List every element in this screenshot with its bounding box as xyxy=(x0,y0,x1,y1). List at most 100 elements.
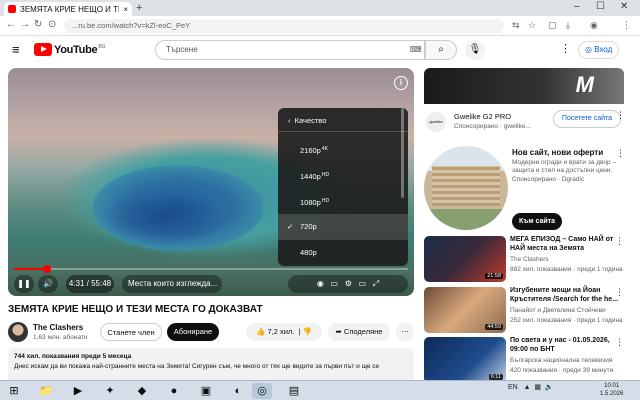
start-button-icon[interactable]: ⊞ xyxy=(4,383,24,399)
app-icon[interactable]: ◆ xyxy=(132,383,152,399)
app-icon[interactable]: ● xyxy=(164,383,184,399)
quality-settings-menu: ‹ Качество 2160p4K 1440pHD 1080pHD ✓ 720p… xyxy=(278,108,408,266)
network-icon[interactable]: ▦ xyxy=(534,384,541,391)
quality-option[interactable]: 1080pHD xyxy=(278,188,408,214)
video-thumbnail[interactable]: 44:59 xyxy=(424,287,506,333)
settings-menu-icon[interactable]: ⋮ xyxy=(560,42,571,55)
recommended-video[interactable]: 21:58 МЕГА ЕПИЗОД – Само НАЙ от НАЙ мест… xyxy=(424,236,624,282)
tray-arrow-icon[interactable]: ▲ xyxy=(524,384,531,391)
clock[interactable]: 10:01 1.5.2026 xyxy=(600,382,623,398)
video-options-icon[interactable]: ⋮ xyxy=(615,236,624,247)
recommended-video[interactable]: 6:11 По света и у нас - 01.05.2026, 09:0… xyxy=(424,337,624,383)
chrome-icon[interactable]: ◎ xyxy=(252,383,272,399)
chapter-button[interactable]: Места които изглежда... › xyxy=(122,275,222,306)
video-options-icon[interactable]: ⋮ xyxy=(615,337,624,348)
to-site-button[interactable]: Към сайта xyxy=(512,213,562,230)
video-channel[interactable]: The Clashers xyxy=(510,256,549,263)
subtitles-icon[interactable]: ▭ xyxy=(330,279,338,288)
time-display: 4:31 / 55:48 xyxy=(66,275,114,293)
search-input[interactable]: Търсене xyxy=(155,40,425,60)
maximize-button[interactable]: ☐ xyxy=(596,1,605,12)
ad-options-icon[interactable]: ⋮ xyxy=(616,110,625,121)
app-icon[interactable]: ▤ xyxy=(284,383,304,399)
explorer-icon[interactable]: 📁 xyxy=(36,383,56,399)
sidebar-ad-banner[interactable]: M gwelike Gwelike G2 PRO Спонсорирано · … xyxy=(424,68,624,136)
more-actions-icon[interactable]: ⋯ xyxy=(396,323,414,341)
fullscreen-icon[interactable]: ⤢ xyxy=(373,279,379,288)
youtube-header: ≡ YouTube BG Търсене ⌨ ⌕ 🎙 ⋮ ◎ Вход xyxy=(0,36,640,64)
close-window-button[interactable]: ✕ xyxy=(620,1,628,12)
browser-menu-icon[interactable]: ⋮ xyxy=(622,20,631,31)
view-stats: 744 хил. показвания преди 5 месеца xyxy=(14,353,132,360)
thumbs-down-icon: 👎 xyxy=(302,327,312,336)
app-icon[interactable]: ◐ xyxy=(228,383,248,399)
menu-scrollbar[interactable] xyxy=(401,108,404,198)
youtube-logo[interactable]: YouTube BG xyxy=(34,43,106,56)
ad2-options-icon[interactable]: ⋮ xyxy=(616,148,625,159)
tab-close-icon[interactable]: × xyxy=(123,5,128,14)
reload-icon[interactable]: ↻ xyxy=(34,19,42,30)
visit-site-button[interactable]: Посетете сайта xyxy=(553,110,621,128)
share-icon: ➦ xyxy=(335,327,342,336)
quality-option[interactable]: 1440pHD xyxy=(278,162,408,188)
search-button[interactable]: ⌕ xyxy=(425,40,457,60)
like-dislike-group: 👍 7,2 хил. | 👎 xyxy=(246,323,322,341)
scrubber-handle[interactable] xyxy=(42,265,51,273)
pause-button[interactable]: ❚❚ xyxy=(14,275,34,293)
video-channel[interactable]: Панайот и Дветелина Стойчеви xyxy=(510,307,606,314)
video-meta: 882 хил. показвания · преди 1 година xyxy=(510,266,623,273)
channel-name[interactable]: The Clashers xyxy=(33,323,83,332)
quality-menu-header[interactable]: ‹ Качество xyxy=(278,108,408,132)
media-player-icon[interactable]: ▶ xyxy=(68,383,88,399)
signin-button[interactable]: ◎ Вход xyxy=(578,41,620,59)
video-channel[interactable]: Българска национална телевизия xyxy=(510,357,612,364)
volume-tray-icon[interactable]: 🔈 xyxy=(545,384,554,391)
recommended-video[interactable]: 44:59 Изгубените мощи на Йоан Кръстителя… xyxy=(424,287,624,333)
ad-title[interactable]: Gwelike G2 PRO xyxy=(454,112,511,121)
new-tab-button[interactable]: + xyxy=(136,2,142,14)
back-icon[interactable]: ← xyxy=(6,19,16,30)
autoplay-toggle-icon[interactable]: ◉ xyxy=(317,279,324,288)
windows-taskbar: ⊞ 📁 ▶ ✦ ◆ ● ▣ ◐ ◎ ▤ EN ▲ ▦ 🔈 10:01 1.5.2… xyxy=(0,380,640,400)
share-button[interactable]: ➦ Споделяне xyxy=(328,323,390,341)
app-icon[interactable]: ▣ xyxy=(196,383,216,399)
extensions-icon[interactable]: ▢ xyxy=(548,20,557,31)
app-icon[interactable]: ✦ xyxy=(100,383,120,399)
keyboard-icon[interactable]: ⌨ xyxy=(410,45,422,54)
bookmark-star-icon[interactable]: ☆ xyxy=(528,20,536,31)
quality-option-selected[interactable]: ✓ 720p xyxy=(278,214,408,240)
translate-icon[interactable]: ⇆ xyxy=(512,20,520,31)
voice-search-icon[interactable]: 🎙 xyxy=(465,40,485,60)
video-title[interactable]: По света и у нас - 01.05.2026, 09:00 по … xyxy=(510,337,620,354)
minimize-button[interactable]: – xyxy=(574,1,580,12)
channel-avatar[interactable] xyxy=(8,322,28,342)
video-title[interactable]: МЕГА ЕПИЗОД – Само НАЙ от НАЙ места на З… xyxy=(510,236,620,253)
video-title[interactable]: Изгубените мощи на Йоан Кръстителя /Sear… xyxy=(510,287,620,304)
forward-icon[interactable]: → xyxy=(20,19,30,30)
downloads-icon[interactable]: ⤓ xyxy=(566,20,570,31)
ad2-sponsored-label: Спонсорирано · Dgradic xyxy=(512,176,585,183)
browser-tab[interactable]: ЗЕМЯТА КРИЕ НЕЩО И ТЕЗИ × xyxy=(4,2,132,16)
dislike-button[interactable]: 👎 xyxy=(303,327,312,336)
ad2-image[interactable] xyxy=(424,146,508,230)
quality-option[interactable]: 480p xyxy=(278,240,408,266)
hamburger-menu-icon[interactable]: ≡ xyxy=(12,42,20,57)
info-icon[interactable]: i xyxy=(394,76,408,90)
join-button[interactable]: Станете член xyxy=(100,323,162,341)
site-info-icon[interactable]: ⊙ xyxy=(48,19,56,30)
volume-icon[interactable]: 🔊 xyxy=(38,275,58,293)
ad2-title[interactable]: Нов сайт, нови оферти xyxy=(512,148,603,157)
video-thumbnail[interactable]: 21:58 xyxy=(424,236,506,282)
ad-sponsored-label: Спонсорирано · gwelike... xyxy=(454,123,531,130)
video-thumbnail[interactable]: 6:11 xyxy=(424,337,506,383)
theater-mode-icon[interactable]: ▭ xyxy=(359,279,367,288)
like-button[interactable]: 👍 7,2 хил. xyxy=(256,327,294,336)
progress-bar[interactable] xyxy=(14,265,408,273)
url-field[interactable]: ...ru.be.com/watch?v=kZl-eoC_PeY xyxy=(64,19,504,33)
video-options-icon[interactable]: ⋮ xyxy=(615,287,624,298)
quality-option[interactable]: 2160p4K xyxy=(278,136,408,162)
profile-icon[interactable]: ◉ xyxy=(590,20,598,31)
subscribe-button[interactable]: Абониране xyxy=(167,323,219,341)
ad-image[interactable]: M xyxy=(424,68,624,104)
settings-gear-icon[interactable]: ⚙ xyxy=(345,279,352,288)
